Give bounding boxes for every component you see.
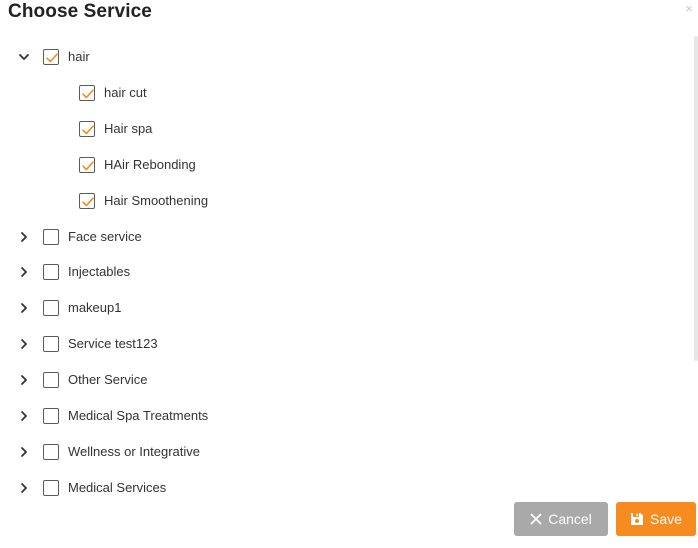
floppy-disk-icon: [630, 512, 644, 526]
service-checkbox[interactable]: [79, 85, 95, 101]
dialog-title: Choose Service: [8, 1, 152, 22]
service-label: hair cut: [104, 85, 147, 100]
category-label: Medical Spa Treatments: [68, 408, 209, 423]
category-label: Injectables: [68, 264, 131, 279]
tree-node-category[interactable]: Medical Spa Treatments: [0, 404, 680, 428]
close-icon: [530, 513, 542, 525]
category-label: Face service: [68, 229, 142, 244]
tree-node-category[interactable]: makeup1: [0, 296, 680, 320]
tree-node-category[interactable]: Face service: [0, 225, 680, 249]
category-label: Medical Services: [68, 480, 167, 495]
tree-node-category[interactable]: Service test123: [0, 332, 680, 356]
save-button[interactable]: Save: [616, 502, 696, 536]
tree-node-category[interactable]: Other Service: [0, 368, 680, 392]
service-label: Hair Smoothening: [104, 193, 209, 208]
cancel-button[interactable]: Cancel: [514, 502, 608, 536]
tree-node-service[interactable]: Hair Smoothening: [0, 189, 680, 213]
category-label: makeup1: [68, 300, 122, 315]
chevron-down-icon[interactable]: [17, 50, 31, 64]
tree-node-service[interactable]: HAir Rebonding: [0, 153, 680, 177]
tree-node-category[interactable]: hair: [0, 45, 680, 69]
category-checkbox[interactable]: [43, 372, 59, 388]
checkmark-icon: [46, 53, 58, 63]
category-checkbox[interactable]: [43, 49, 59, 65]
tree-node-service[interactable]: hair cut: [0, 81, 680, 105]
category-checkbox[interactable]: [43, 408, 59, 424]
chevron-right-icon[interactable]: [17, 409, 31, 423]
service-checkbox[interactable]: [79, 157, 95, 173]
chevron-right-icon[interactable]: [17, 301, 31, 315]
category-checkbox[interactable]: [43, 229, 59, 245]
chevron-right-icon[interactable]: [17, 230, 31, 244]
chevron-right-icon[interactable]: [17, 337, 31, 351]
checkmark-icon: [82, 197, 94, 207]
tree-node-category[interactable]: Medical Services: [0, 476, 680, 500]
category-label: hair: [68, 49, 90, 64]
service-label: HAir Rebonding: [104, 157, 196, 172]
category-checkbox[interactable]: [43, 264, 59, 280]
save-label: Save: [650, 511, 682, 527]
checkmark-icon: [82, 125, 94, 135]
category-checkbox[interactable]: [43, 480, 59, 496]
category-checkbox[interactable]: [43, 444, 59, 460]
checkmark-icon: [82, 89, 94, 99]
service-label: Hair spa: [104, 121, 153, 136]
tree-node-category[interactable]: Injectables: [0, 260, 680, 284]
category-label: Other Service: [68, 372, 148, 387]
category-label: Service test123: [68, 336, 158, 351]
chevron-right-icon[interactable]: [17, 445, 31, 459]
tree-node-service[interactable]: Hair spa: [0, 117, 680, 141]
service-checkbox[interactable]: [79, 121, 95, 137]
category-checkbox[interactable]: [43, 300, 59, 316]
tree-node-category[interactable]: Wellness or Integrative: [0, 440, 680, 464]
scrollbar[interactable]: [694, 36, 698, 361]
category-checkbox[interactable]: [43, 336, 59, 352]
choose-service-dialog: Choose Service × hair hair cut Hair spa HAi…: [0, 0, 698, 548]
chevron-right-icon[interactable]: [17, 265, 31, 279]
cancel-label: Cancel: [548, 511, 592, 527]
category-label: Wellness or Integrative: [68, 444, 200, 459]
service-checkbox[interactable]: [79, 193, 95, 209]
chevron-right-icon[interactable]: [17, 481, 31, 495]
checkmark-icon: [82, 161, 94, 171]
chevron-right-icon[interactable]: [17, 373, 31, 387]
close-icon[interactable]: ×: [683, 2, 695, 15]
